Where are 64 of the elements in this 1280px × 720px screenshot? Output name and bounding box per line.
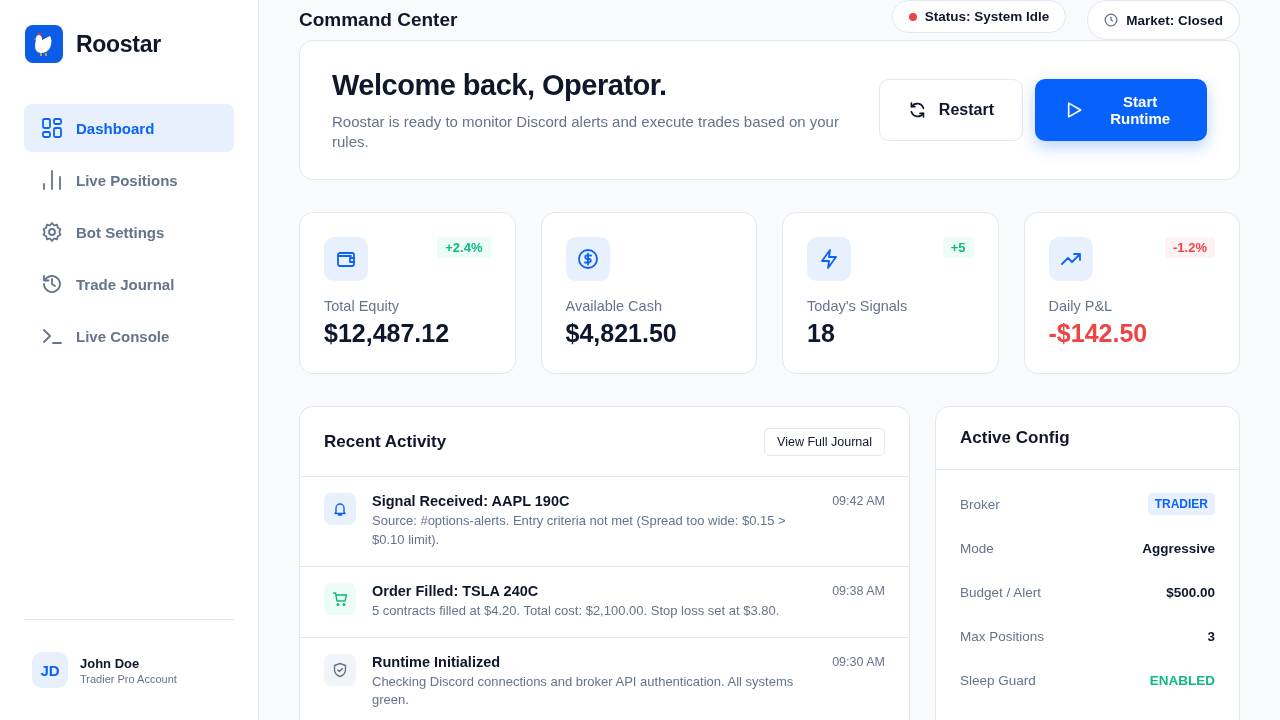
clock-icon	[1104, 13, 1119, 27]
stat-value: 18	[807, 319, 836, 348]
activity-title: Runtime Initialized	[372, 653, 502, 670]
activity-text: 5 contracts filled at $4.20. Total cost: $2,100.00. Stop loss set at $3.80.	[372, 601, 781, 620]
refresh-icon	[908, 99, 927, 121]
stat-value: -$142.50	[1048, 319, 1149, 348]
grid-icon	[41, 117, 63, 139]
config-label: Max Positions	[960, 628, 1045, 644]
cart-icon	[324, 582, 356, 615]
nav-item[interactable]: Live Console	[24, 312, 234, 360]
rooster-logo-icon	[25, 25, 63, 63]
status-text: Market: Closed	[1126, 12, 1223, 28]
bell-icon	[324, 493, 356, 525]
config-label: Broker	[960, 496, 1000, 512]
panel-title: Recent Activity	[324, 431, 447, 452]
change-badge: -1.2%	[1165, 237, 1215, 258]
nav-item[interactable]: Bot Settings	[24, 208, 234, 256]
dollar-icon	[565, 237, 610, 281]
config-status: ENABLED	[1149, 672, 1215, 688]
config-value: Aggressive	[1142, 540, 1215, 556]
stat-label: Today's Signals	[807, 298, 909, 314]
config-label: Sleep Guard	[960, 672, 1036, 688]
welcome-title: Welcome back, Operator.	[332, 69, 668, 102]
activity-text: Checking Discord connections and broker API authentication. All systems green.	[372, 672, 795, 710]
wallet-icon	[324, 237, 368, 281]
change-badge: +2.4%	[437, 237, 491, 258]
panel-title: Active Config	[960, 428, 1070, 448]
change-badge: +5	[942, 237, 974, 258]
activity-time: 09:30 AM	[832, 653, 885, 671]
broker-badge: TRADIER	[1147, 493, 1215, 515]
stat-value: $4,821.50	[565, 319, 678, 348]
account-plan: Tradier Pro Account	[80, 672, 177, 685]
config-label: Mode	[960, 540, 994, 556]
config-value: $500.00	[1166, 584, 1215, 600]
start-runtime-button[interactable]: Start Runtime	[1035, 79, 1207, 141]
stat-value: $12,487.12	[324, 319, 451, 348]
activity-time: 09:38 AM	[832, 582, 885, 600]
bar-chart-icon	[41, 169, 63, 191]
page-title: Command Center	[299, 9, 458, 31]
nav-item[interactable]: Dashboard	[24, 104, 234, 152]
stat-label: Available Cash	[565, 298, 663, 314]
user-avatar: JD	[32, 652, 68, 688]
lightning-icon	[807, 237, 851, 281]
welcome-text: Roostar is ready to monitor Discord alerts and execute trades based on your rules.	[332, 112, 840, 151]
config-label: Budget / Alert	[960, 584, 1042, 600]
activity-time: 09:42 AM	[832, 493, 885, 510]
settings-icon	[41, 221, 63, 243]
restart-button[interactable]: Restart	[879, 79, 1023, 141]
config-value: 3	[1207, 628, 1215, 644]
nav-item[interactable]: Live Positions	[24, 156, 234, 204]
status-text: Status: System Idle	[924, 9, 1050, 24]
nav-item[interactable]: Trade Journal	[24, 260, 234, 308]
view-journal-button[interactable]: View Full Journal	[764, 427, 885, 456]
shield-icon	[324, 653, 356, 686]
activity-title: Order Filled: TSLA 240C	[372, 582, 540, 599]
activity-title: Signal Received: AAPL 190C	[372, 493, 571, 509]
trend-up-icon	[1048, 237, 1093, 281]
history-icon	[41, 273, 63, 295]
play-icon	[1065, 100, 1084, 120]
stat-label: Daily P&L	[1048, 298, 1114, 314]
activity-text: Source: #options-alerts. Entry criteria not met (Spread too wide: $0.15 > $0.10 limit).	[372, 512, 787, 549]
user-name: John Doe	[80, 655, 141, 671]
brand-name: Roostar	[76, 30, 161, 58]
stat-label: Total Equity	[324, 298, 400, 314]
